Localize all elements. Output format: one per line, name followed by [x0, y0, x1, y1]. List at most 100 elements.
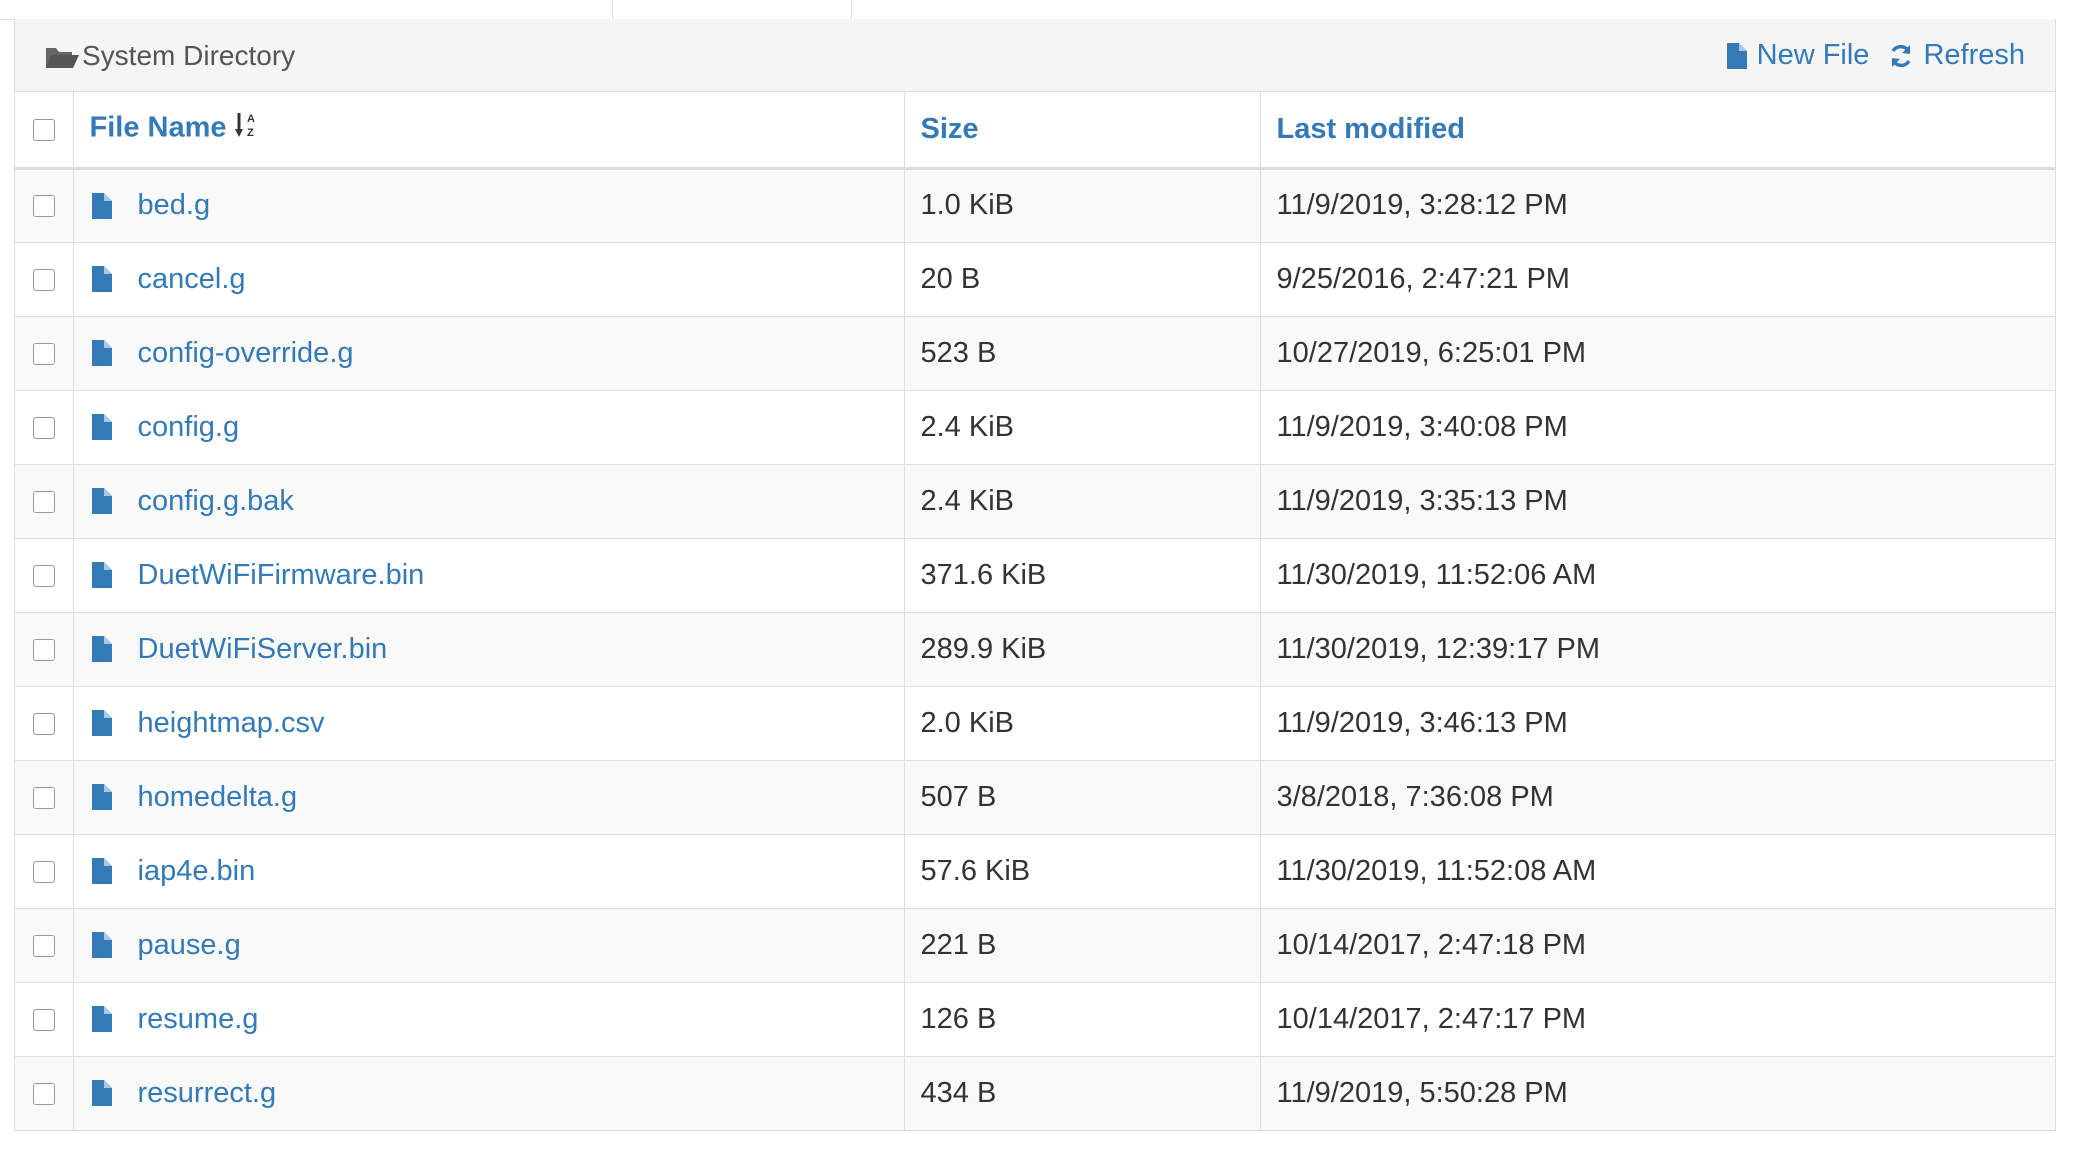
file-name-cell: config.g.bak: [73, 464, 905, 539]
file-size-cell: 20 B: [904, 242, 1261, 317]
row-select-cell: [15, 242, 74, 317]
file-name-link[interactable]: config-override.g: [138, 337, 354, 370]
row-checkbox[interactable]: [32, 490, 55, 513]
row-checkbox[interactable]: [32, 860, 55, 883]
file-modified-cell: 11/9/2019, 3:28:12 PM: [1260, 168, 2055, 243]
file-name-link[interactable]: DuetWiFiServer.bin: [138, 633, 388, 666]
file-icon: [91, 488, 112, 514]
table-row[interactable]: config.g 2.4 KiB 11/9/2019, 3:40:08 PM: [15, 390, 2055, 465]
column-header-name[interactable]: File Name A Z: [73, 92, 905, 170]
file-icon: [91, 1006, 112, 1032]
file-name-cell: pause.g: [73, 908, 905, 983]
row-checkbox[interactable]: [32, 342, 55, 365]
refresh-label: Refresh: [1923, 39, 2025, 71]
file-size-cell: 2.4 KiB: [904, 390, 1261, 465]
file-modified-cell: 10/14/2017, 2:47:18 PM: [1260, 908, 2055, 983]
row-checkbox[interactable]: [32, 786, 55, 809]
row-checkbox[interactable]: [32, 1008, 55, 1031]
table-row[interactable]: homedelta.g 507 B 3/8/2018, 7:36:08 PM: [15, 760, 2055, 835]
select-all-checkbox[interactable]: [32, 119, 55, 142]
column-header-modified[interactable]: Last modified: [1260, 92, 2055, 170]
select-all-cell: [15, 92, 74, 170]
file-modified-cell: 10/27/2019, 6:25:01 PM: [1260, 316, 2055, 391]
file-name-link[interactable]: iap4e.bin: [138, 855, 256, 888]
file-name-link[interactable]: heightmap.csv: [138, 707, 325, 740]
file-name-link[interactable]: cancel.g: [138, 263, 246, 296]
file-rows: bed.g 1.0 KiB 11/9/2019, 3:28:12 PM cancel.…: [15, 168, 2055, 1131]
table-row[interactable]: config.g.bak 2.4 KiB 11/9/2019, 3:35:13 PM: [15, 464, 2055, 539]
file-icon: [91, 562, 112, 588]
table-row[interactable]: resume.g 126 B 10/14/2017, 2:47:17 PM: [15, 982, 2055, 1057]
file-name-link[interactable]: DuetWiFiFirmware.bin: [138, 559, 425, 592]
row-select-cell: [15, 1056, 74, 1131]
file-table: File Name A Z Size Last modified bed.g 1.0 …: [15, 92, 2055, 1131]
file-icon: [91, 784, 112, 810]
table-row[interactable]: iap4e.bin 57.6 KiB 11/30/2019, 11:52:08 AM: [15, 834, 2055, 909]
column-header-size[interactable]: Size: [904, 92, 1261, 170]
file-name-link[interactable]: homedelta.g: [138, 781, 298, 814]
row-checkbox[interactable]: [32, 712, 55, 735]
file-modified-cell: 10/14/2017, 2:47:17 PM: [1260, 982, 2055, 1057]
file-name-link[interactable]: resume.g: [138, 1003, 259, 1036]
new-file-button[interactable]: New File: [1726, 39, 1869, 72]
table-row[interactable]: resurrect.g 434 B 11/9/2019, 5:50:28 PM: [15, 1056, 2055, 1131]
panel-actions: New File Refresh: [1707, 19, 2025, 92]
row-select-cell: [15, 760, 74, 835]
row-select-cell: [15, 686, 74, 761]
file-name-link[interactable]: pause.g: [138, 929, 241, 962]
table-row[interactable]: DuetWiFiServer.bin 289.9 KiB 11/30/2019, 1…: [15, 612, 2055, 687]
file-icon: [91, 858, 112, 884]
file-name-cell: config-override.g: [73, 316, 905, 391]
file-size-cell: 434 B: [904, 1056, 1261, 1131]
file-size-cell: 126 B: [904, 982, 1261, 1057]
file-icon: [91, 1080, 112, 1106]
file-name-link[interactable]: config.g: [138, 411, 240, 444]
row-checkbox[interactable]: [32, 195, 55, 218]
panel-title-text: System Directory: [82, 39, 296, 71]
panel-heading: System Directory New File Refresh: [15, 19, 2055, 92]
row-select-cell: [15, 464, 74, 539]
sort-alpha-asc-icon: AZ: [234, 111, 257, 147]
row-select-cell: [15, 538, 74, 613]
file-size-cell: 507 B: [904, 760, 1261, 835]
row-checkbox[interactable]: [32, 564, 55, 587]
row-select-cell: [15, 168, 74, 243]
row-select-cell: [15, 390, 74, 465]
file-size-cell: 57.6 KiB: [904, 834, 1261, 909]
row-checkbox[interactable]: [32, 416, 55, 439]
file-name-link[interactable]: config.g.bak: [138, 485, 294, 518]
file-name-cell: bed.g: [73, 168, 905, 243]
file-name-cell: DuetWiFiFirmware.bin: [73, 538, 905, 613]
file-name-cell: cancel.g: [73, 242, 905, 317]
file-icon: [91, 636, 112, 662]
row-checkbox[interactable]: [32, 1082, 55, 1105]
row-select-cell: [15, 834, 74, 909]
file-name-cell: iap4e.bin: [73, 834, 905, 909]
file-modified-cell: 11/9/2019, 3:46:13 PM: [1260, 686, 2055, 761]
refresh-button[interactable]: Refresh: [1889, 39, 2025, 72]
file-modified-cell: 3/8/2018, 7:36:08 PM: [1260, 760, 2055, 835]
file-name-cell: homedelta.g: [73, 760, 905, 835]
row-checkbox[interactable]: [32, 268, 55, 291]
row-checkbox[interactable]: [32, 934, 55, 957]
row-select-cell: [15, 612, 74, 687]
row-select-cell: [15, 982, 74, 1057]
file-name-link[interactable]: bed.g: [138, 189, 211, 222]
file-name-cell: resume.g: [73, 982, 905, 1057]
panel-title: System Directory: [45, 19, 295, 92]
table-row[interactable]: config-override.g 523 B 10/27/2019, 6:25:0…: [15, 316, 2055, 391]
file-modified-cell: 11/30/2019, 12:39:17 PM: [1260, 612, 2055, 687]
file-name-cell: resurrect.g: [73, 1056, 905, 1131]
svg-text:Z: Z: [247, 127, 254, 139]
file-modified-cell: 11/9/2019, 5:50:28 PM: [1260, 1056, 2055, 1131]
table-row[interactable]: pause.g 221 B 10/14/2017, 2:47:18 PM: [15, 908, 2055, 983]
file-modified-cell: 9/25/2016, 2:47:21 PM: [1260, 242, 2055, 317]
table-row[interactable]: DuetWiFiFirmware.bin 371.6 KiB 11/30/2019,…: [15, 538, 2055, 613]
file-name-link[interactable]: resurrect.g: [138, 1077, 277, 1110]
file-modified-cell: 11/30/2019, 11:52:06 AM: [1260, 538, 2055, 613]
table-row[interactable]: bed.g 1.0 KiB 11/9/2019, 3:28:12 PM: [15, 168, 2055, 243]
table-row[interactable]: heightmap.csv 2.0 KiB 11/9/2019, 3:46:13 P…: [15, 686, 2055, 761]
row-checkbox[interactable]: [32, 638, 55, 661]
active-tab[interactable]: [612, 0, 852, 20]
table-row[interactable]: cancel.g 20 B 9/25/2016, 2:47:21 PM: [15, 242, 2055, 317]
